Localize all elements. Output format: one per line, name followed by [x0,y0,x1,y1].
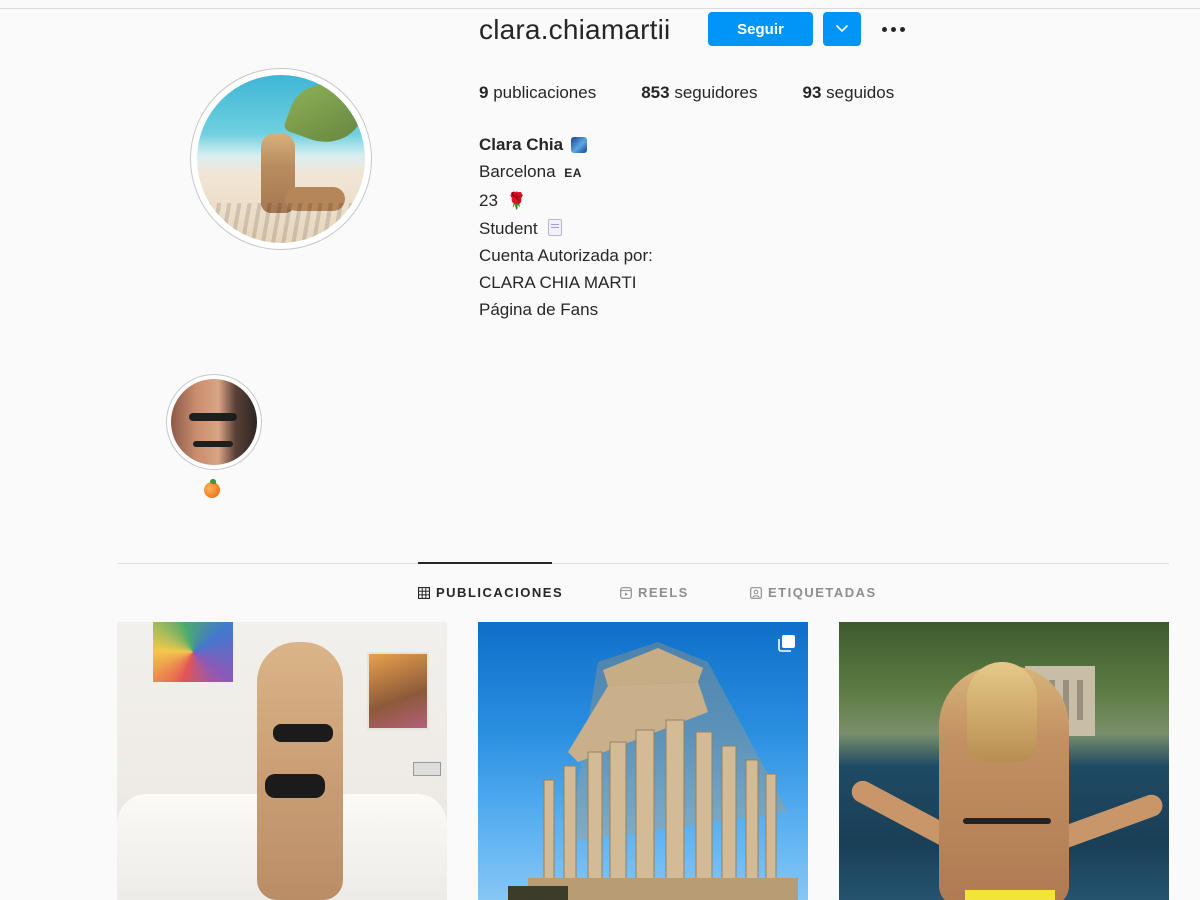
active-tab-indicator [418,562,552,564]
multiple-images-icon [778,635,795,652]
post-thumbnail[interactable] [839,622,1169,900]
story-highlight-cover [171,379,257,465]
reels-icon [620,586,632,599]
more-dot-icon [899,26,905,32]
person-figure [257,642,343,900]
clothing-detail [963,818,1051,824]
tab-label: ETIQUETADAS [768,585,877,600]
stat-posts: 9 publicaciones [479,83,596,103]
more-dot-icon [881,26,887,32]
profile-bio: Clara Chia Barcelona EA 23 🌹 Student Cue… [479,131,653,323]
stat-count: 9 [479,83,489,102]
more-options-button[interactable] [878,20,908,38]
post-thumbnail[interactable] [117,622,447,900]
flag-badge: EA [564,166,582,180]
wall-switch [413,762,441,776]
chevron-down-icon [836,25,848,32]
avatar-shadow [207,203,357,243]
tab-label: REELS [638,585,689,600]
profile-avatar[interactable] [190,68,372,250]
temple-illustration [508,642,798,900]
tab-label: PUBLICACIONES [436,585,564,600]
clothing-detail [265,774,325,798]
bio-age: 23 [479,191,498,210]
stat-count: 853 [641,83,670,102]
story-highlight[interactable] [166,374,262,470]
post-thumbnail[interactable] [478,622,808,900]
profile-stats: 9 publicaciones 853 seguidores 93 seguid… [479,83,939,103]
bio-location: Barcelona [479,162,556,181]
stat-followers[interactable]: 853 seguidores [641,83,757,103]
bio-line: Página de Fans [479,300,599,319]
stat-label: seguidores [674,83,758,102]
follow-button[interactable]: Seguir [708,12,813,46]
bio-line: CLARA CHIA MARTI [479,273,637,292]
wall-painting [153,622,233,682]
tab-reels[interactable]: REELS [620,585,689,600]
tab-tagged[interactable]: ETIQUETADAS [750,585,877,600]
clothing-detail [273,724,333,742]
story-highlight-label [204,479,220,503]
notepad-emoji-icon [548,219,563,236]
blue-square-emoji-icon [571,136,588,153]
stat-following[interactable]: 93 seguidos [803,83,895,103]
wall-painting [367,652,429,730]
peach-emoji-icon [204,479,220,498]
person-hair [967,662,1037,762]
tabs-divider [118,563,1169,564]
bio-name-row: Clara Chia [479,131,653,158]
highlight-detail [189,413,237,421]
bio-line: Barcelona EA [479,158,653,187]
bio-occupation: Student [479,219,538,238]
highlight-detail [193,441,233,447]
palm-leaf [282,75,365,154]
bio-line: Cuenta Autorizada por: [479,246,653,265]
bio-line: 23 🌹 [479,187,653,215]
stat-count: 93 [802,83,822,102]
rose-emoji-icon: 🌹 [506,193,527,210]
tagged-icon [750,586,762,599]
profile-username: clara.chiamartii [479,14,671,45]
tab-posts[interactable]: PUBLICACIONES [418,585,563,600]
top-border [0,8,1200,9]
more-dot-icon [890,26,896,32]
grid-icon [418,586,430,599]
profile-page: clara.chiamartii Seguir 9 publicaciones … [0,0,1200,900]
bio-line: Student [479,215,653,242]
stat-label: publicaciones [493,83,597,102]
bio-full-name: Clara Chia [479,135,564,154]
stat-label: seguidos [826,83,895,102]
suggested-dropdown-button[interactable] [823,12,861,46]
clothing-detail [965,890,1055,900]
profile-avatar-image [197,75,365,243]
